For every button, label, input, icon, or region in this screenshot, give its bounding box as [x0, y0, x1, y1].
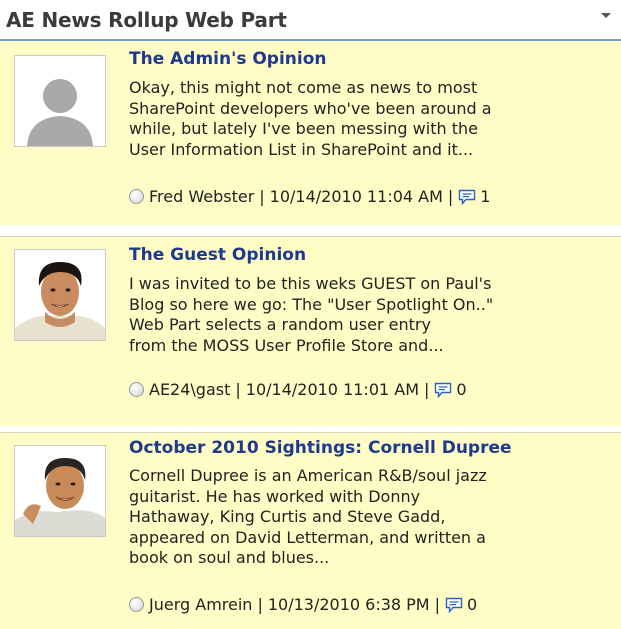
news-item-title-link[interactable]: The Guest Opinion	[129, 245, 306, 265]
post-date: 10/14/2010 11:04 AM	[269, 187, 443, 206]
summary-line: guitarist. He has worked with Donny	[129, 486, 421, 506]
summary-line: SharePoint developers who've been around…	[129, 98, 492, 118]
meta-separator: |	[257, 595, 263, 614]
news-item-meta: Juerg Amrein | 10/13/2010 6:38 PM | 0	[129, 594, 477, 616]
summary-line: while, but lately I've been messing with…	[129, 119, 478, 138]
summary-line: Cornell Dupree is an American R&B/soul j…	[129, 466, 487, 485]
comment-bubble-icon[interactable]	[434, 382, 452, 398]
summary-line: Okay, this might not come as news to mos…	[129, 78, 478, 97]
summary-line: Blog so here we go: The "User Spotlight …	[129, 294, 494, 314]
user-photo-icon-graphic	[15, 446, 105, 536]
post-date: 10/14/2010 11:01 AM	[245, 380, 420, 399]
news-item: October 2010 Sightings: Cornell Dupree C…	[0, 433, 621, 629]
author-link[interactable]: AE24\gast	[149, 380, 230, 399]
comment-count[interactable]: 0	[456, 380, 466, 399]
webpart-title: AE News Rollup Web Part	[6, 8, 287, 32]
comment-bubble-icon[interactable]	[445, 597, 463, 613]
summary-line: Web Part selects a random user entry	[129, 315, 431, 334]
comment-count[interactable]: 1	[480, 187, 490, 206]
user-photo-icon-graphic	[15, 250, 105, 340]
webpart-header: AE News Rollup Web Part	[0, 0, 621, 41]
news-item-title-link[interactable]: October 2010 Sightings: Cornell Dupree	[129, 438, 512, 458]
summary-line: User Information List in SharePoint and …	[129, 139, 474, 159]
placeholder-person-icon	[14, 55, 106, 147]
meta-separator: |	[424, 380, 430, 399]
author-link[interactable]: Fred Webster	[149, 187, 254, 206]
news-list: The Admin's Opinion Okay, this might not…	[0, 41, 621, 629]
news-item-summary: Okay, this might not come as news to mos…	[129, 78, 617, 160]
news-item-meta: Fred Webster | 10/14/2010 11:04 AM | 1	[129, 186, 490, 208]
news-item-summary: Cornell Dupree is an American R&B/soul j…	[129, 466, 617, 569]
summary-line: appeared on David Letterman, and written…	[129, 527, 486, 547]
user-photo-icon	[14, 249, 106, 341]
presence-status-icon[interactable]	[129, 382, 144, 397]
comment-count[interactable]: 0	[467, 595, 477, 614]
meta-separator: |	[235, 380, 241, 399]
news-item-summary: I was invited to be this weks GUEST on P…	[129, 274, 617, 356]
user-photo-icon	[14, 445, 106, 537]
author-link[interactable]: Juerg Amrein	[149, 595, 252, 614]
presence-status-icon[interactable]	[129, 189, 144, 204]
post-date: 10/13/2010 6:38 PM	[267, 595, 430, 614]
summary-line: I was invited to be this weks GUEST on P…	[129, 274, 492, 293]
comment-bubble-icon[interactable]	[458, 189, 476, 205]
summary-line: book on soul and blues...	[129, 548, 330, 567]
summary-line: Hathaway, King Curtis and Steve Gadd,	[129, 507, 446, 526]
meta-separator: |	[259, 187, 265, 206]
news-item-meta: AE24\gast | 10/14/2010 11:01 AM | 0	[129, 379, 467, 401]
meta-separator: |	[434, 595, 440, 614]
news-item: The Admin's Opinion Okay, this might not…	[0, 41, 621, 225]
news-item-title-link[interactable]: The Admin's Opinion	[129, 49, 327, 69]
placeholder-person-icon-graphic	[15, 56, 105, 146]
meta-separator: |	[447, 187, 454, 206]
summary-line: from the MOSS User Profile Store and...	[129, 335, 444, 355]
webpart-menu-dropdown-icon[interactable]	[601, 13, 611, 18]
news-item: The Guest Opinion I was invited to be th…	[0, 237, 621, 426]
presence-status-icon[interactable]	[129, 597, 144, 612]
